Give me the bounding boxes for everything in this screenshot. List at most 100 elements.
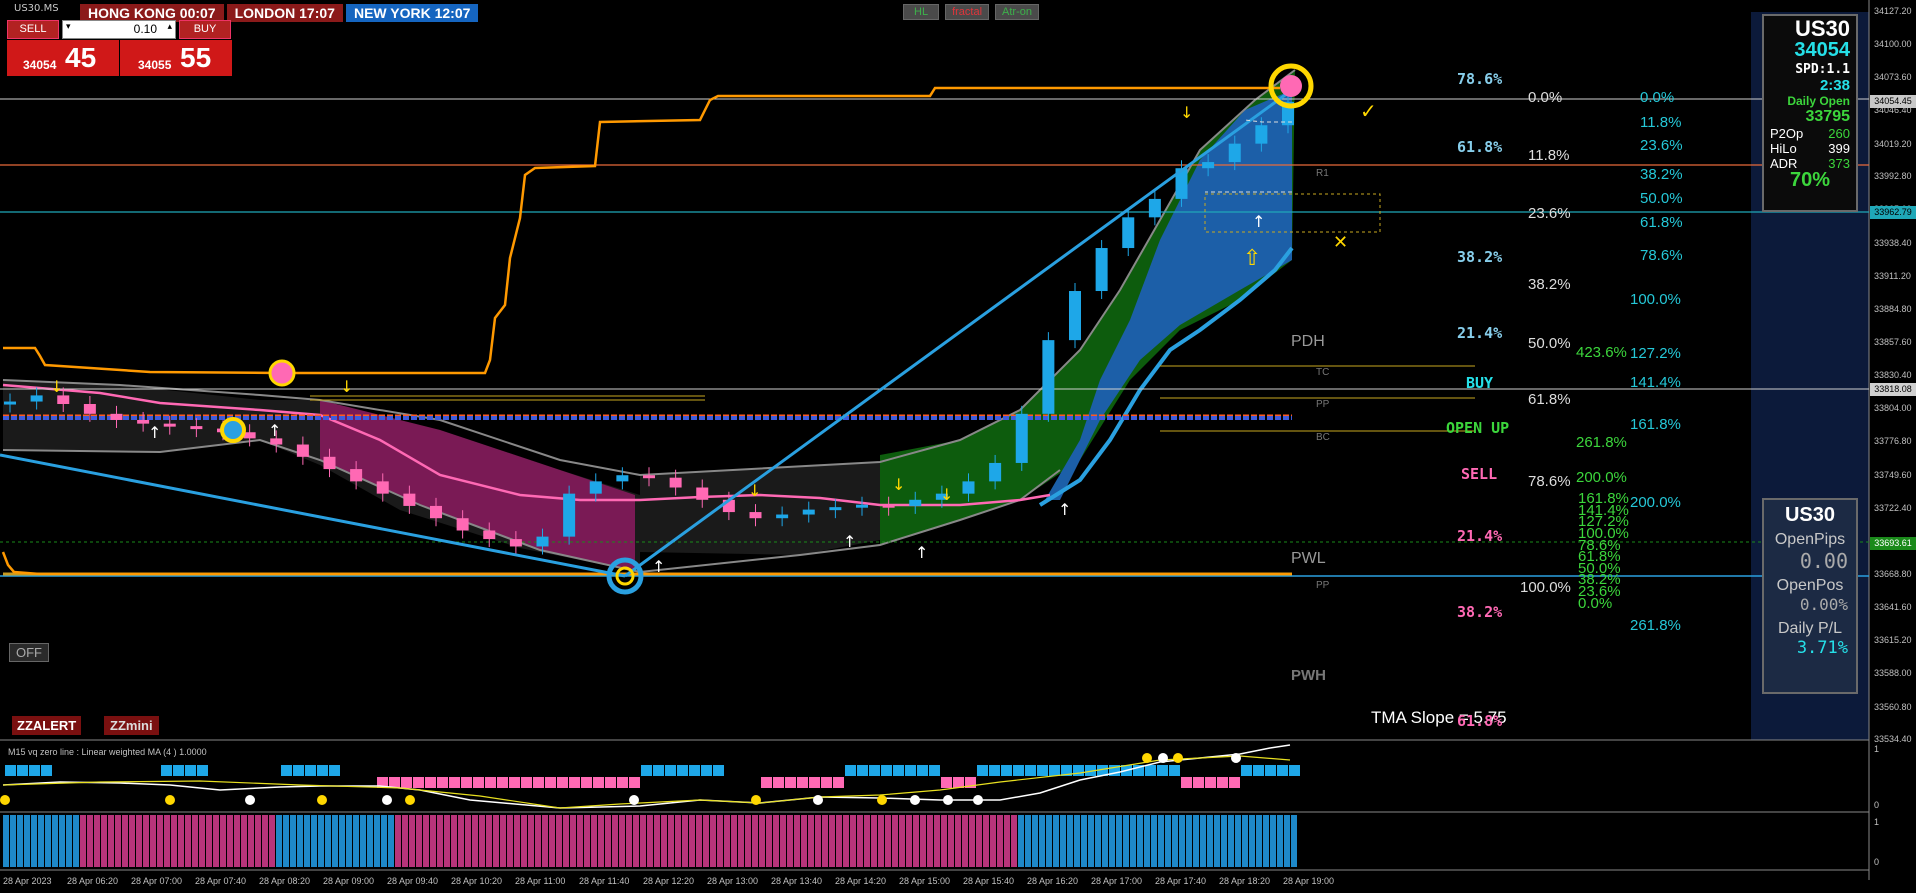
bc-label: BC [1316,432,1330,443]
symbol-title: US30.MS [14,3,59,14]
hist-block [305,765,316,776]
trend-bar [332,815,338,867]
candle-body [430,505,442,519]
hist-block [197,765,208,776]
off-button[interactable]: OFF [9,643,49,662]
sub1-axis-top: 1 [1874,744,1880,754]
fib-label-3: 78.6% [1640,247,1683,264]
time-tick: 28 Apr 13:40 [771,876,823,886]
open-up-label: OPEN UP [1446,419,1510,437]
hist-block [1049,765,1060,776]
trend-bar [675,815,681,867]
trend-bar [934,815,940,867]
trend-bar [493,815,499,867]
volume-up-icon[interactable]: ▴ [167,22,172,32]
vq-dot [0,795,10,805]
trend-bar [374,815,380,867]
trend-bar [402,815,408,867]
candle-body [163,423,176,427]
trend-bar [101,815,107,867]
chart-canvas[interactable]: ↑ ↑ ↑ ↑ ↑ ↑ ↑ ↓ ↓ ↓ ↓ ↓ ↓ ⇧ ✕ ✓ [0,0,1916,893]
hist-block [917,765,928,776]
buy-price-box[interactable]: 34055 55 [120,40,232,76]
trend-bar [10,815,16,867]
sell-price-box[interactable]: 34054 45 [7,40,119,76]
trend-bar [1046,815,1052,867]
trend-bar [906,815,912,867]
fib-label-3: 141.4% [1630,374,1681,391]
trend-bar [283,815,289,867]
hist-block [581,777,592,788]
fib-label-2: 0.0% [1528,89,1563,106]
hist-block [509,777,520,788]
info-row-p2op: P2Op 260 [1764,126,1856,141]
info-row-label: P2Op [1770,126,1804,141]
fib-label-3: 50.0% [1640,190,1683,207]
volume-field[interactable]: ▾ 0.10 ▴ [62,20,176,39]
atr-toggle-button[interactable]: Atr-on [995,4,1039,20]
up-arrow-icon: ↑ [652,557,665,576]
trend-bar [1270,815,1276,867]
hist-block [1145,765,1156,776]
trend-bar [584,815,590,867]
info-row-label: HiLo [1770,141,1797,156]
candle-body [456,518,469,531]
hist-block [425,777,436,788]
time-tick: 28 Apr 11:40 [579,876,630,886]
volume-down-icon[interactable]: ▾ [66,22,71,32]
trend-bar [213,815,219,867]
up-arrow-icon: ↑ [148,423,161,442]
time-tick: 28 Apr 15:00 [899,876,951,886]
target-dot [220,417,246,443]
candle-body [589,481,602,494]
account-symbol: US30 [1784,504,1836,526]
trend-bar [997,815,1003,867]
price-tick: 33804.00 [1874,402,1912,413]
trend-bar [1011,815,1017,867]
trend-bar [1200,815,1206,867]
trend-bar [710,815,716,867]
fractal-toggle-button[interactable]: fractal [945,4,990,20]
sub2-axis-bottom: 0 [1874,857,1880,867]
trend-bar [262,815,268,867]
hist-block [569,777,580,788]
trend-bar [983,815,989,867]
target-dot [1280,75,1302,97]
zzalert-button[interactable]: ZZALERT [12,716,82,735]
buy-button[interactable]: BUY [179,20,231,39]
candle-body [190,426,203,430]
zzmini-button[interactable]: ZZmini [104,716,159,735]
trend-bar [507,815,513,867]
trend-bar [528,815,534,867]
candle-body [296,444,309,457]
hist-block [665,765,676,776]
trend-bar [185,815,191,867]
vq-dot [382,795,392,805]
trend-bar [1263,815,1269,867]
candle-body [509,539,522,547]
time-tick: 28 Apr 12:20 [643,876,695,886]
fib-label-3: 23.6% [1640,137,1683,154]
volume-value[interactable]: 0.10 [134,22,157,36]
trend-bar [1207,815,1213,867]
fib-label-1: 61.8% [1457,138,1503,156]
trend-bar [759,815,765,867]
sell-signal-label: SELL [1461,465,1498,483]
trend-bar [367,815,373,867]
open-pips-value: 0.00 [1799,549,1848,573]
hist-block [545,777,556,788]
sell-price-small: 34054 [23,58,57,72]
hist-block [809,777,820,788]
hist-block [485,777,496,788]
vq-dot [877,795,887,805]
hl-toggle-button[interactable]: HL [903,4,940,20]
sell-price-big: 45 [65,42,97,73]
price-tick: 33615.20 [1874,634,1912,645]
trend-bar [31,815,37,867]
fib-label-3: 127.2% [1630,345,1681,362]
price-tick: 33534.40 [1874,734,1912,744]
hist-block [977,765,988,776]
sell-button[interactable]: SELL [7,20,59,39]
trend-bar [570,815,576,867]
trend-bar [1074,815,1080,867]
